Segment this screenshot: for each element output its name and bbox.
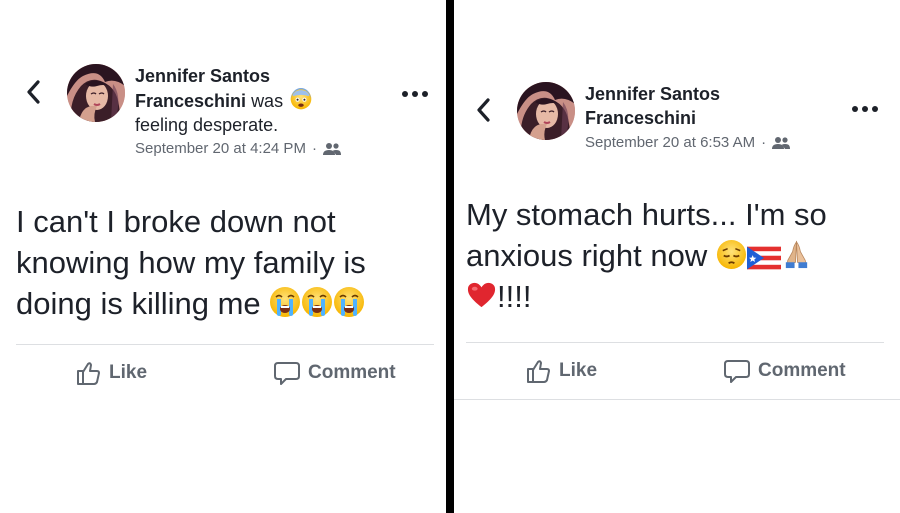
left-post-panel: Jennifer Santos Franceschini was feeling… <box>0 0 446 513</box>
post-timestamp[interactable]: September 20 at 4:24 PM <box>135 139 306 159</box>
bottom-divider <box>454 399 900 400</box>
thumbs-up-icon <box>527 360 550 383</box>
thumbs-up-icon <box>77 362 100 385</box>
comment-button[interactable]: Comment <box>274 360 396 386</box>
comment-label: Comment <box>758 360 846 381</box>
crying-face-icon <box>301 286 333 318</box>
post-meta: September 20 at 6:53 AM · <box>585 133 791 153</box>
post-text-line-3: !!!! <box>497 279 532 314</box>
post-text-line-1: I can't I broke down not <box>16 204 336 239</box>
comment-bubble-icon <box>724 360 750 383</box>
meta-dot: · <box>761 134 767 151</box>
more-options-icon[interactable] <box>852 104 882 114</box>
was-text: was <box>251 91 284 111</box>
panel-divider <box>446 0 454 513</box>
red-heart-icon <box>466 280 497 311</box>
more-options-icon[interactable] <box>402 89 432 99</box>
comment-button[interactable]: Comment <box>724 358 846 384</box>
feeling-text: feeling desperate. <box>135 115 279 135</box>
post-text-line-2: anxious right now <box>466 238 708 273</box>
author-second-line: Franceschini <box>135 91 247 111</box>
post-author[interactable]: Jennifer Santos Franceschini <box>585 82 825 130</box>
like-button[interactable]: Like <box>75 360 147 386</box>
fearful-face-icon <box>290 88 312 110</box>
friends-icon[interactable] <box>772 136 791 150</box>
like-label: Like <box>559 360 598 381</box>
back-chevron-icon[interactable] <box>470 97 496 123</box>
avatar-image <box>517 82 575 140</box>
like-label: Like <box>109 362 148 383</box>
comment-label: Comment <box>308 362 396 383</box>
crying-face-icon <box>333 286 365 318</box>
comment-bubble-icon <box>274 362 300 385</box>
author-first-line: Jennifer Santos <box>585 84 721 104</box>
avatar-image <box>67 64 125 122</box>
post-text: I can't I broke down not knowing how my … <box>16 201 436 324</box>
post-text: My stomach hurts... I'm so anxious right… <box>466 194 886 317</box>
avatar[interactable] <box>67 64 125 122</box>
author-second-line: Franceschini <box>585 108 697 128</box>
friends-icon[interactable] <box>322 142 341 156</box>
like-button[interactable]: Like <box>525 358 597 384</box>
avatar[interactable] <box>517 82 575 140</box>
meta-dot: · <box>311 140 317 157</box>
post-text-line-1: My stomach hurts... I'm so <box>466 197 827 232</box>
folded-hands-icon <box>781 239 812 270</box>
divider <box>466 342 884 343</box>
back-chevron-icon[interactable] <box>20 79 46 105</box>
post-meta: September 20 at 4:24 PM · <box>135 139 341 159</box>
crying-face-icon <box>269 286 301 318</box>
divider <box>16 344 434 345</box>
pensive-face-icon <box>716 239 747 270</box>
post-text-line-3: doing is killing me <box>16 286 261 321</box>
post-timestamp[interactable]: September 20 at 6:53 AM <box>585 133 755 153</box>
post-text-line-2: knowing how my family is <box>16 245 366 280</box>
puerto-rico-flag-icon <box>747 246 781 270</box>
author-first-line: Jennifer Santos <box>135 66 271 86</box>
post-author[interactable]: Jennifer Santos Franceschini was feeling… <box>135 64 375 137</box>
right-post-panel: Jennifer Santos Franceschini September 2… <box>454 0 900 513</box>
